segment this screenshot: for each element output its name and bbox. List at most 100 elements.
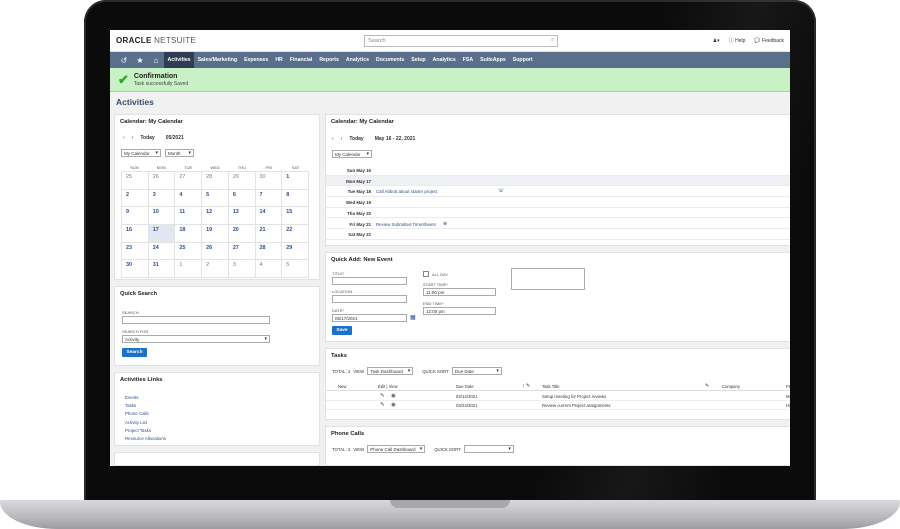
col-task-title[interactable]: Task Title — [542, 384, 559, 389]
star-icon[interactable]: ★ — [132, 56, 148, 65]
next-icon[interactable]: › — [341, 136, 343, 142]
nav-item-hr[interactable]: HR — [272, 52, 287, 68]
help-link[interactable]: ⓘ Help — [729, 37, 746, 44]
calendar-day-cell[interactable]: 29 — [281, 241, 309, 261]
calendar-day-cell[interactable]: 27 — [227, 241, 256, 261]
recent-icon[interactable]: ↺ — [116, 56, 132, 65]
nav-item-suiteapps[interactable]: SuiteApps — [477, 52, 510, 68]
nav-item-setup[interactable]: Setup — [408, 52, 429, 68]
calendar-day-cell[interactable]: 18 — [174, 224, 203, 243]
view-icon[interactable]: ◉ — [391, 393, 396, 399]
calendar-day-cell[interactable]: 24 — [147, 241, 176, 261]
activity-link-tasks[interactable]: Tasks — [125, 403, 166, 411]
end-time-input[interactable]: 12:00 pm — [423, 307, 496, 315]
week-day-row[interactable]: Wed May 19 — [326, 197, 790, 208]
calendar-day-cell[interactable]: 2 — [201, 259, 229, 279]
calls-view-select[interactable]: Phone Call Dashboard — [367, 445, 426, 453]
nav-item-sales-marketing[interactable]: Sales/Marketing — [194, 52, 241, 68]
calendar-day-cell[interactable]: 30 — [254, 171, 283, 190]
calendar-day-cell[interactable]: 9 — [121, 206, 149, 226]
table-row[interactable]: ✎ ◉ 03/14/2021 Setup meeting for Project re… — [326, 392, 790, 401]
calendar-day-cell[interactable]: 4 — [174, 188, 203, 208]
calendar-day-cell[interactable]: 7 — [254, 188, 283, 208]
view-icon[interactable]: ◉ — [391, 402, 396, 408]
nav-item-fsa[interactable]: FSA — [459, 52, 476, 68]
calendar-day-cell[interactable]: 1 — [281, 171, 309, 190]
col-edit-view[interactable]: Edit | View — [378, 384, 398, 389]
calendar-picker-icon[interactable]: ▦ — [410, 314, 416, 321]
col-due-date[interactable]: Due Date — [456, 384, 474, 389]
col-company[interactable]: Company — [722, 384, 740, 389]
global-search-input[interactable]: Search ⌕ — [364, 34, 559, 47]
search-for-select[interactable]: Activity — [122, 335, 270, 343]
nav-item-reports[interactable]: Reports — [316, 52, 343, 68]
activity-link-phone-calls[interactable]: Phone Calls — [125, 411, 166, 419]
activity-link-events[interactable]: Events — [125, 395, 166, 403]
calendar-day-cell[interactable]: 13 — [227, 206, 256, 226]
search-button[interactable]: Search — [122, 348, 147, 357]
calendar-day-cell[interactable]: 26 — [147, 171, 176, 190]
week-day-row[interactable]: Thu May 20 — [326, 208, 790, 219]
calendar-day-cell[interactable]: 14 — [254, 206, 283, 226]
week-day-row[interactable]: Fri May 21 Review Submitted TimeSheets ⊕ — [326, 219, 790, 230]
calendar-day-cell[interactable]: 17 — [147, 224, 176, 243]
calendar-day-cell[interactable]: 16 — [121, 224, 149, 243]
prev-icon[interactable]: ‹ — [123, 135, 125, 141]
today-button[interactable]: Today — [140, 135, 154, 141]
calendar-day-cell[interactable]: 26 — [201, 241, 229, 261]
calendar-day-cell[interactable]: 27 — [174, 171, 203, 190]
task-title[interactable]: Setup meeting for Project reviews — [542, 394, 606, 399]
calendar-select[interactable]: My Calendar — [121, 149, 161, 157]
calendar-day-cell[interactable]: 20 — [227, 224, 256, 243]
calendar-day-cell[interactable]: 3 — [147, 188, 176, 208]
edit-icon[interactable]: ✎ — [380, 393, 385, 399]
location-input[interactable] — [332, 295, 407, 303]
task-title[interactable]: Review current Project assignments — [542, 403, 611, 408]
nav-item-documents[interactable]: Documents — [373, 52, 408, 68]
calendar-select[interactable]: My Calendar — [332, 150, 372, 158]
calendar-day-cell[interactable]: 28 — [254, 241, 283, 261]
calendar-day-cell[interactable]: 1 — [174, 259, 203, 279]
user-menu-icon[interactable]: ♟▾ — [713, 38, 720, 44]
calendar-day-cell[interactable]: 22 — [281, 224, 309, 243]
nav-item-activities[interactable]: Activities — [164, 52, 195, 68]
activity-link-activity-list[interactable]: Activity List — [125, 420, 166, 428]
calendar-day-cell[interactable]: 11 — [174, 206, 203, 226]
date-input[interactable]: 05/17/2021 — [332, 314, 407, 322]
calendar-day-cell[interactable]: 28 — [201, 171, 229, 190]
calendar-day-cell[interactable]: 19 — [201, 224, 229, 243]
calendar-day-cell[interactable]: 5 — [201, 188, 229, 208]
calls-sort-select[interactable] — [463, 445, 514, 453]
week-day-row[interactable]: Sat May 22 — [326, 229, 790, 240]
calendar-day-cell[interactable]: 23 — [121, 241, 149, 261]
tasks-sort-select[interactable]: Due Date — [451, 367, 502, 375]
calendar-day-cell[interactable]: 25 — [174, 241, 203, 261]
calendar-day-cell[interactable]: 10 — [147, 206, 176, 226]
week-day-row[interactable]: Tue May 18 Call Abbott about starter proj… — [326, 186, 790, 198]
calendar-event-link[interactable]: Call Abbott about starter project — [376, 189, 438, 194]
calendar-day-cell[interactable]: 21 — [254, 224, 283, 243]
nav-item-support[interactable]: Support — [509, 52, 536, 68]
nav-item-analytics[interactable]: Analytics — [429, 52, 459, 68]
today-button[interactable]: Today — [349, 136, 363, 142]
calendar-event-link[interactable]: Review Submitted TimeSheets — [376, 222, 436, 227]
calendar-day-cell[interactable]: 25 — [121, 171, 149, 190]
week-day-row[interactable]: Mon May 17 — [326, 175, 790, 187]
nav-item-financial[interactable]: Financial — [286, 52, 316, 68]
col-priority[interactable]: Pr — [786, 384, 790, 389]
next-icon[interactable]: › — [132, 135, 134, 141]
calendar-day-cell[interactable]: 8 — [281, 188, 309, 208]
start-time-input[interactable]: 11:00 pm — [423, 288, 496, 296]
calendar-day-cell[interactable]: 5 — [281, 259, 309, 279]
calendar-day-cell[interactable]: 2 — [121, 188, 149, 208]
all-day-checkbox[interactable] — [423, 271, 429, 277]
sort-icon[interactable]: ↕ ✎ — [522, 383, 530, 389]
calendar-day-cell[interactable]: 12 — [201, 206, 229, 226]
calendar-day-cell[interactable]: 3 — [227, 259, 256, 279]
event-notes-textarea[interactable] — [511, 268, 585, 290]
feedback-link[interactable]: 💬 Feedback — [754, 38, 784, 44]
quick-search-input[interactable] — [122, 316, 270, 324]
col-new[interactable]: New — [338, 384, 346, 389]
calendar-day-cell[interactable]: 30 — [121, 259, 149, 279]
nav-item-analytics[interactable]: Analytics — [342, 52, 372, 68]
